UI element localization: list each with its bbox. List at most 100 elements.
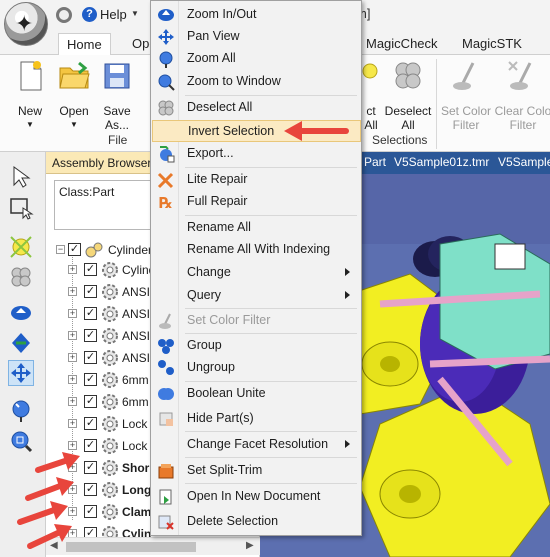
menu-item-label: Boolean Unite (187, 386, 266, 400)
menu-item-ungroup[interactable]: Ungroup (152, 357, 361, 379)
gear-icon (102, 372, 118, 388)
select-all-button[interactable]: ct All (360, 59, 382, 132)
row-checkbox[interactable]: ✓ (84, 461, 97, 474)
menu-item-open-in-new-document[interactable]: Open In New Document (152, 486, 361, 508)
help-dropdown-icon[interactable]: ▼ (131, 9, 139, 18)
deselect-all-button[interactable]: Deselect All (384, 59, 432, 132)
zoom-window-tool[interactable] (8, 428, 34, 454)
gear-icon (102, 306, 118, 322)
gear-icon (102, 416, 118, 432)
menu-item-pan-view[interactable]: Pan View (152, 26, 361, 48)
tab-home[interactable]: Home (58, 33, 111, 56)
menu-item-zoom-to-window[interactable]: Zoom to Window (152, 71, 361, 93)
menu-item-lite-repair[interactable]: Lite Repair (152, 169, 361, 191)
doc-tab-part[interactable]: Part (364, 155, 386, 169)
row-checkbox[interactable]: ✓ (84, 505, 97, 518)
settings-gear-icon[interactable] (56, 7, 72, 23)
zoom-all-tool[interactable] (8, 398, 34, 424)
row-checkbox[interactable]: ✓ (84, 285, 97, 298)
new-file-icon (20, 61, 42, 91)
pointer-select-tool[interactable] (8, 164, 34, 190)
tab-magicstk[interactable]: MagicSTK (454, 33, 530, 55)
row-checkbox[interactable]: ✓ (84, 439, 97, 452)
menu-item-zoom-in-out[interactable]: Zoom In/Out (152, 4, 361, 26)
zoom-in-out-tool[interactable] (8, 300, 34, 326)
row-checkbox[interactable]: ✓ (84, 373, 97, 386)
expand-icon[interactable]: + (68, 287, 77, 296)
svg-text:℞: ℞ (159, 194, 172, 211)
boolean-unite-icon (158, 388, 174, 400)
expand-icon[interactable]: + (68, 397, 77, 406)
deselect-all-icon (158, 100, 174, 116)
menu-item-label: Deselect All (187, 100, 253, 114)
expand-icon[interactable]: + (68, 265, 77, 274)
doc-tab-v5sample01z[interactable]: V5Sample01z.tmr (394, 155, 489, 169)
menu-item-change[interactable]: Change (152, 262, 361, 284)
menu-item-query[interactable]: Query (152, 285, 361, 307)
set-color-filter-button[interactable]: Set Color Filter (440, 59, 492, 132)
box-select-tool[interactable] (8, 194, 34, 220)
row-checkbox[interactable]: ✓ (84, 263, 97, 276)
app-logo-button[interactable]: ✦ (4, 2, 48, 46)
scrollbar-thumb[interactable] (66, 542, 196, 552)
expand-icon[interactable]: + (68, 419, 77, 428)
menu-item-set-split-trim[interactable]: Set Split-Trim (152, 460, 361, 482)
horizontal-scrollbar[interactable]: ◀ ▶ (46, 537, 260, 555)
menu-item-rename-all[interactable]: Rename All (152, 217, 361, 239)
tree-row-label: ANSI (122, 307, 151, 321)
expand-icon[interactable]: + (68, 375, 77, 384)
gear-icon (102, 438, 118, 454)
menu-item-label: Ungroup (187, 360, 235, 374)
menu-item-delete-selection[interactable]: Delete Selection (152, 511, 361, 533)
menu-item-label: Zoom All (187, 51, 236, 65)
pan-view-tool[interactable] (8, 360, 34, 386)
row-checkbox[interactable]: ✓ (84, 395, 97, 408)
scroll-right-icon[interactable]: ▶ (246, 540, 254, 551)
menu-item-boolean-unite[interactable]: Boolean Unite (152, 383, 361, 405)
star-logo-icon: ✦ (15, 11, 34, 36)
menu-item-set-color-filter[interactable]: Set Color Filter (152, 310, 361, 332)
clear-color-filter-button[interactable]: Clear Colo Filter (494, 59, 550, 132)
help-icon[interactable]: ? (82, 7, 97, 22)
menu-item-export[interactable]: Export... (152, 143, 361, 165)
save-as-button[interactable]: Save As... (98, 59, 136, 132)
zoom-all-icon (12, 400, 30, 422)
new-dropdown-icon[interactable]: ▼ (10, 118, 50, 132)
row-checkbox[interactable]: ✓ (84, 307, 97, 320)
pan-arrows-icon (11, 363, 31, 383)
gear-icon (102, 262, 118, 278)
row-checkbox[interactable]: ✓ (68, 243, 81, 256)
menu-separator (185, 167, 357, 168)
row-checkbox[interactable]: ✓ (84, 417, 97, 430)
menu-item-full-repair[interactable]: ℞ Full Repair (152, 191, 361, 213)
open-dropdown-icon[interactable]: ▼ (54, 118, 94, 132)
select-all-tool[interactable] (8, 234, 34, 260)
deselect-tool[interactable] (8, 264, 34, 290)
menu-item-zoom-all[interactable]: Zoom All (152, 48, 361, 70)
doc-tab-v5sample[interactable]: V5Sample (498, 155, 550, 169)
row-checkbox[interactable]: ✓ (84, 351, 97, 364)
menu-item-hide-parts[interactable]: Hide Part(s) (152, 408, 361, 430)
submenu-arrow-icon (345, 291, 350, 299)
open-button[interactable]: Open ▼ (54, 59, 94, 132)
menu-item-group[interactable]: Group (152, 335, 361, 357)
menu-item-rename-all-with-indexing[interactable]: Rename All With Indexing (152, 239, 361, 261)
rotate-diamond-icon (12, 333, 30, 353)
open-folder-icon (59, 61, 90, 89)
rotate-tool[interactable] (8, 330, 34, 356)
menu-item-label: Open In New Document (187, 489, 321, 503)
delete-selection-icon (158, 515, 174, 530)
expand-icon[interactable]: + (68, 309, 77, 318)
menu-item-change-facet-resolution[interactable]: Change Facet Resolution (152, 434, 361, 456)
menu-item-deselect-all[interactable]: Deselect All (152, 97, 361, 119)
row-checkbox[interactable]: ✓ (84, 483, 97, 496)
new-button[interactable]: New ▼ (10, 59, 50, 132)
menu-item-label: Set Split-Trim (187, 463, 263, 477)
row-checkbox[interactable]: ✓ (84, 329, 97, 342)
expand-icon[interactable]: + (68, 353, 77, 362)
collapse-icon[interactable]: − (56, 245, 65, 254)
tab-magiccheck[interactable]: MagicCheck (358, 33, 446, 55)
expand-icon[interactable]: + (68, 331, 77, 340)
select-all-yellow-icon (10, 236, 32, 258)
help-menu-label[interactable]: Help (100, 7, 127, 22)
